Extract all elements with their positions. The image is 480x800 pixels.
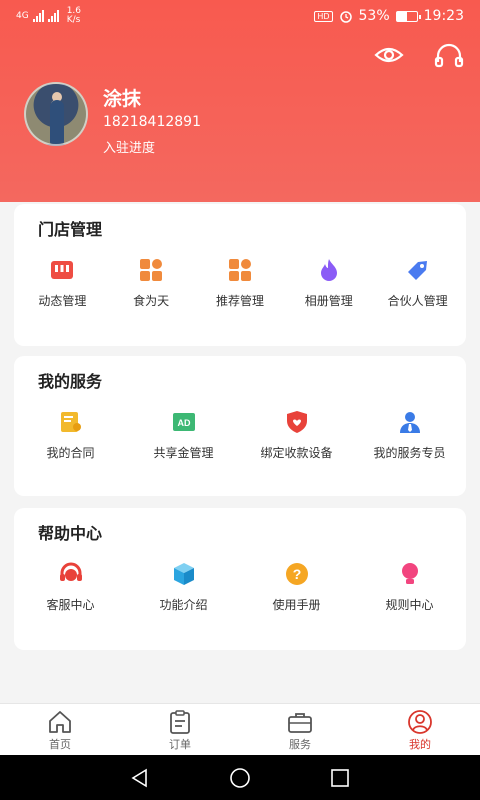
back-icon[interactable] bbox=[129, 767, 151, 789]
item-label: 规则中心 bbox=[385, 598, 434, 612]
signal-icon bbox=[32, 10, 44, 22]
ad-icon: AD bbox=[172, 413, 195, 431]
net-speed: 1.6 K/s bbox=[67, 7, 81, 25]
item-label: 使用手册 bbox=[272, 598, 321, 612]
store-icon bbox=[51, 261, 74, 279]
headset-icon bbox=[59, 562, 82, 581]
my-services-title: 我的服务 bbox=[38, 372, 103, 391]
item-label: 共享金管理 bbox=[153, 446, 214, 460]
tab-label: 我的 bbox=[409, 738, 431, 751]
item-label: 我的服务专员 bbox=[373, 446, 446, 460]
feature-intro-item[interactable]: 功能介绍 bbox=[129, 562, 239, 613]
flame-icon bbox=[320, 259, 337, 281]
customer-service-item[interactable]: 客服中心 bbox=[16, 562, 126, 613]
briefcase-icon bbox=[288, 713, 312, 733]
onboarding-progress-link[interactable]: 入驻进度 bbox=[103, 137, 155, 156]
system-nav-bar bbox=[0, 755, 480, 800]
tab-mine[interactable]: 我的 bbox=[360, 704, 480, 755]
item-label: 相册管理 bbox=[304, 294, 353, 308]
store-management-card: 门店管理 动态管理 食为天 推荐管理 相册管理 合伙人管理 bbox=[14, 204, 466, 346]
avatar[interactable] bbox=[24, 82, 88, 146]
partner-management-item[interactable]: 合伙人管理 bbox=[375, 258, 461, 309]
service-agent-item[interactable]: 我的服务专员 bbox=[355, 410, 465, 461]
svg-text:AD: AD bbox=[177, 418, 190, 428]
tag-icon bbox=[407, 261, 427, 280]
cube-icon bbox=[173, 563, 194, 585]
album-management-item[interactable]: 相册管理 bbox=[286, 258, 372, 309]
help-center-title: 帮助中心 bbox=[38, 524, 103, 543]
headphones-icon[interactable] bbox=[434, 42, 464, 68]
my-services-card: 我的服务 我的合同 AD 共享金管理 绑定收款设备 我的服务专员 bbox=[14, 356, 466, 496]
item-label: 食为天 bbox=[133, 294, 170, 308]
battery-icon bbox=[395, 10, 421, 22]
contract-icon bbox=[60, 412, 81, 432]
tab-label: 首页 bbox=[49, 738, 71, 751]
item-label: 绑定收款设备 bbox=[260, 446, 333, 460]
svg-text:?: ? bbox=[292, 566, 301, 582]
bulb-icon bbox=[401, 563, 418, 584]
tab-home[interactable]: 首页 bbox=[0, 704, 120, 755]
item-label: 功能介绍 bbox=[159, 598, 208, 612]
clock: 19:23 bbox=[423, 8, 464, 24]
item-label: 动态管理 bbox=[38, 294, 87, 308]
agent-icon bbox=[399, 412, 420, 433]
shield-icon bbox=[286, 411, 307, 433]
my-contract-item[interactable]: 我的合同 bbox=[16, 410, 126, 461]
question-icon: ? bbox=[285, 563, 308, 585]
home-circle-icon[interactable] bbox=[229, 767, 251, 789]
item-label: 我的合同 bbox=[46, 446, 95, 460]
bottom-tab-bar: 首页 订单 服务 我的 bbox=[0, 703, 480, 755]
food-item[interactable]: 食为天 bbox=[108, 258, 194, 309]
tab-label: 服务 bbox=[289, 738, 311, 751]
home-icon bbox=[49, 711, 71, 733]
tab-orders[interactable]: 订单 bbox=[120, 704, 240, 755]
network-type: 4G bbox=[16, 10, 29, 21]
dynamic-management-item[interactable]: 动态管理 bbox=[19, 258, 105, 309]
alarm-icon bbox=[339, 11, 352, 23]
bind-payment-device-item[interactable]: 绑定收款设备 bbox=[242, 410, 352, 461]
user-manual-item[interactable]: ? 使用手册 bbox=[242, 562, 352, 613]
status-bar: 4G 1.6 K/s HD 53% 19:23 bbox=[0, 0, 480, 32]
grid-icon bbox=[140, 259, 163, 281]
shared-fund-item[interactable]: AD 共享金管理 bbox=[129, 410, 239, 461]
signal-icon-2 bbox=[47, 10, 59, 22]
tab-services[interactable]: 服务 bbox=[240, 704, 360, 755]
item-label: 客服中心 bbox=[46, 598, 95, 612]
item-label: 合伙人管理 bbox=[387, 294, 448, 308]
net-speed-unit: K/s bbox=[66, 15, 81, 25]
hd-badge: HD bbox=[314, 10, 333, 22]
header-actions bbox=[374, 42, 464, 68]
tab-label: 订单 bbox=[169, 738, 191, 751]
recommend-management-item[interactable]: 推荐管理 bbox=[197, 258, 283, 309]
grid-icon bbox=[228, 259, 251, 281]
battery-percent: 53% bbox=[358, 8, 390, 24]
item-label: 推荐管理 bbox=[215, 294, 264, 308]
user-icon bbox=[408, 710, 432, 734]
clipboard-icon bbox=[170, 710, 190, 734]
store-management-title: 门店管理 bbox=[38, 220, 103, 239]
profile-phone: 18218412891 bbox=[103, 114, 201, 130]
recents-icon[interactable] bbox=[329, 767, 351, 789]
help-center-card: 帮助中心 客服中心 功能介绍 ? 使用手册 规则中心 bbox=[14, 508, 466, 650]
eye-icon[interactable] bbox=[374, 42, 404, 68]
rules-center-item[interactable]: 规则中心 bbox=[355, 562, 465, 613]
avatar-figure bbox=[50, 100, 64, 144]
battery-fill bbox=[396, 11, 408, 21]
profile-name: 涂抹 bbox=[103, 88, 142, 110]
